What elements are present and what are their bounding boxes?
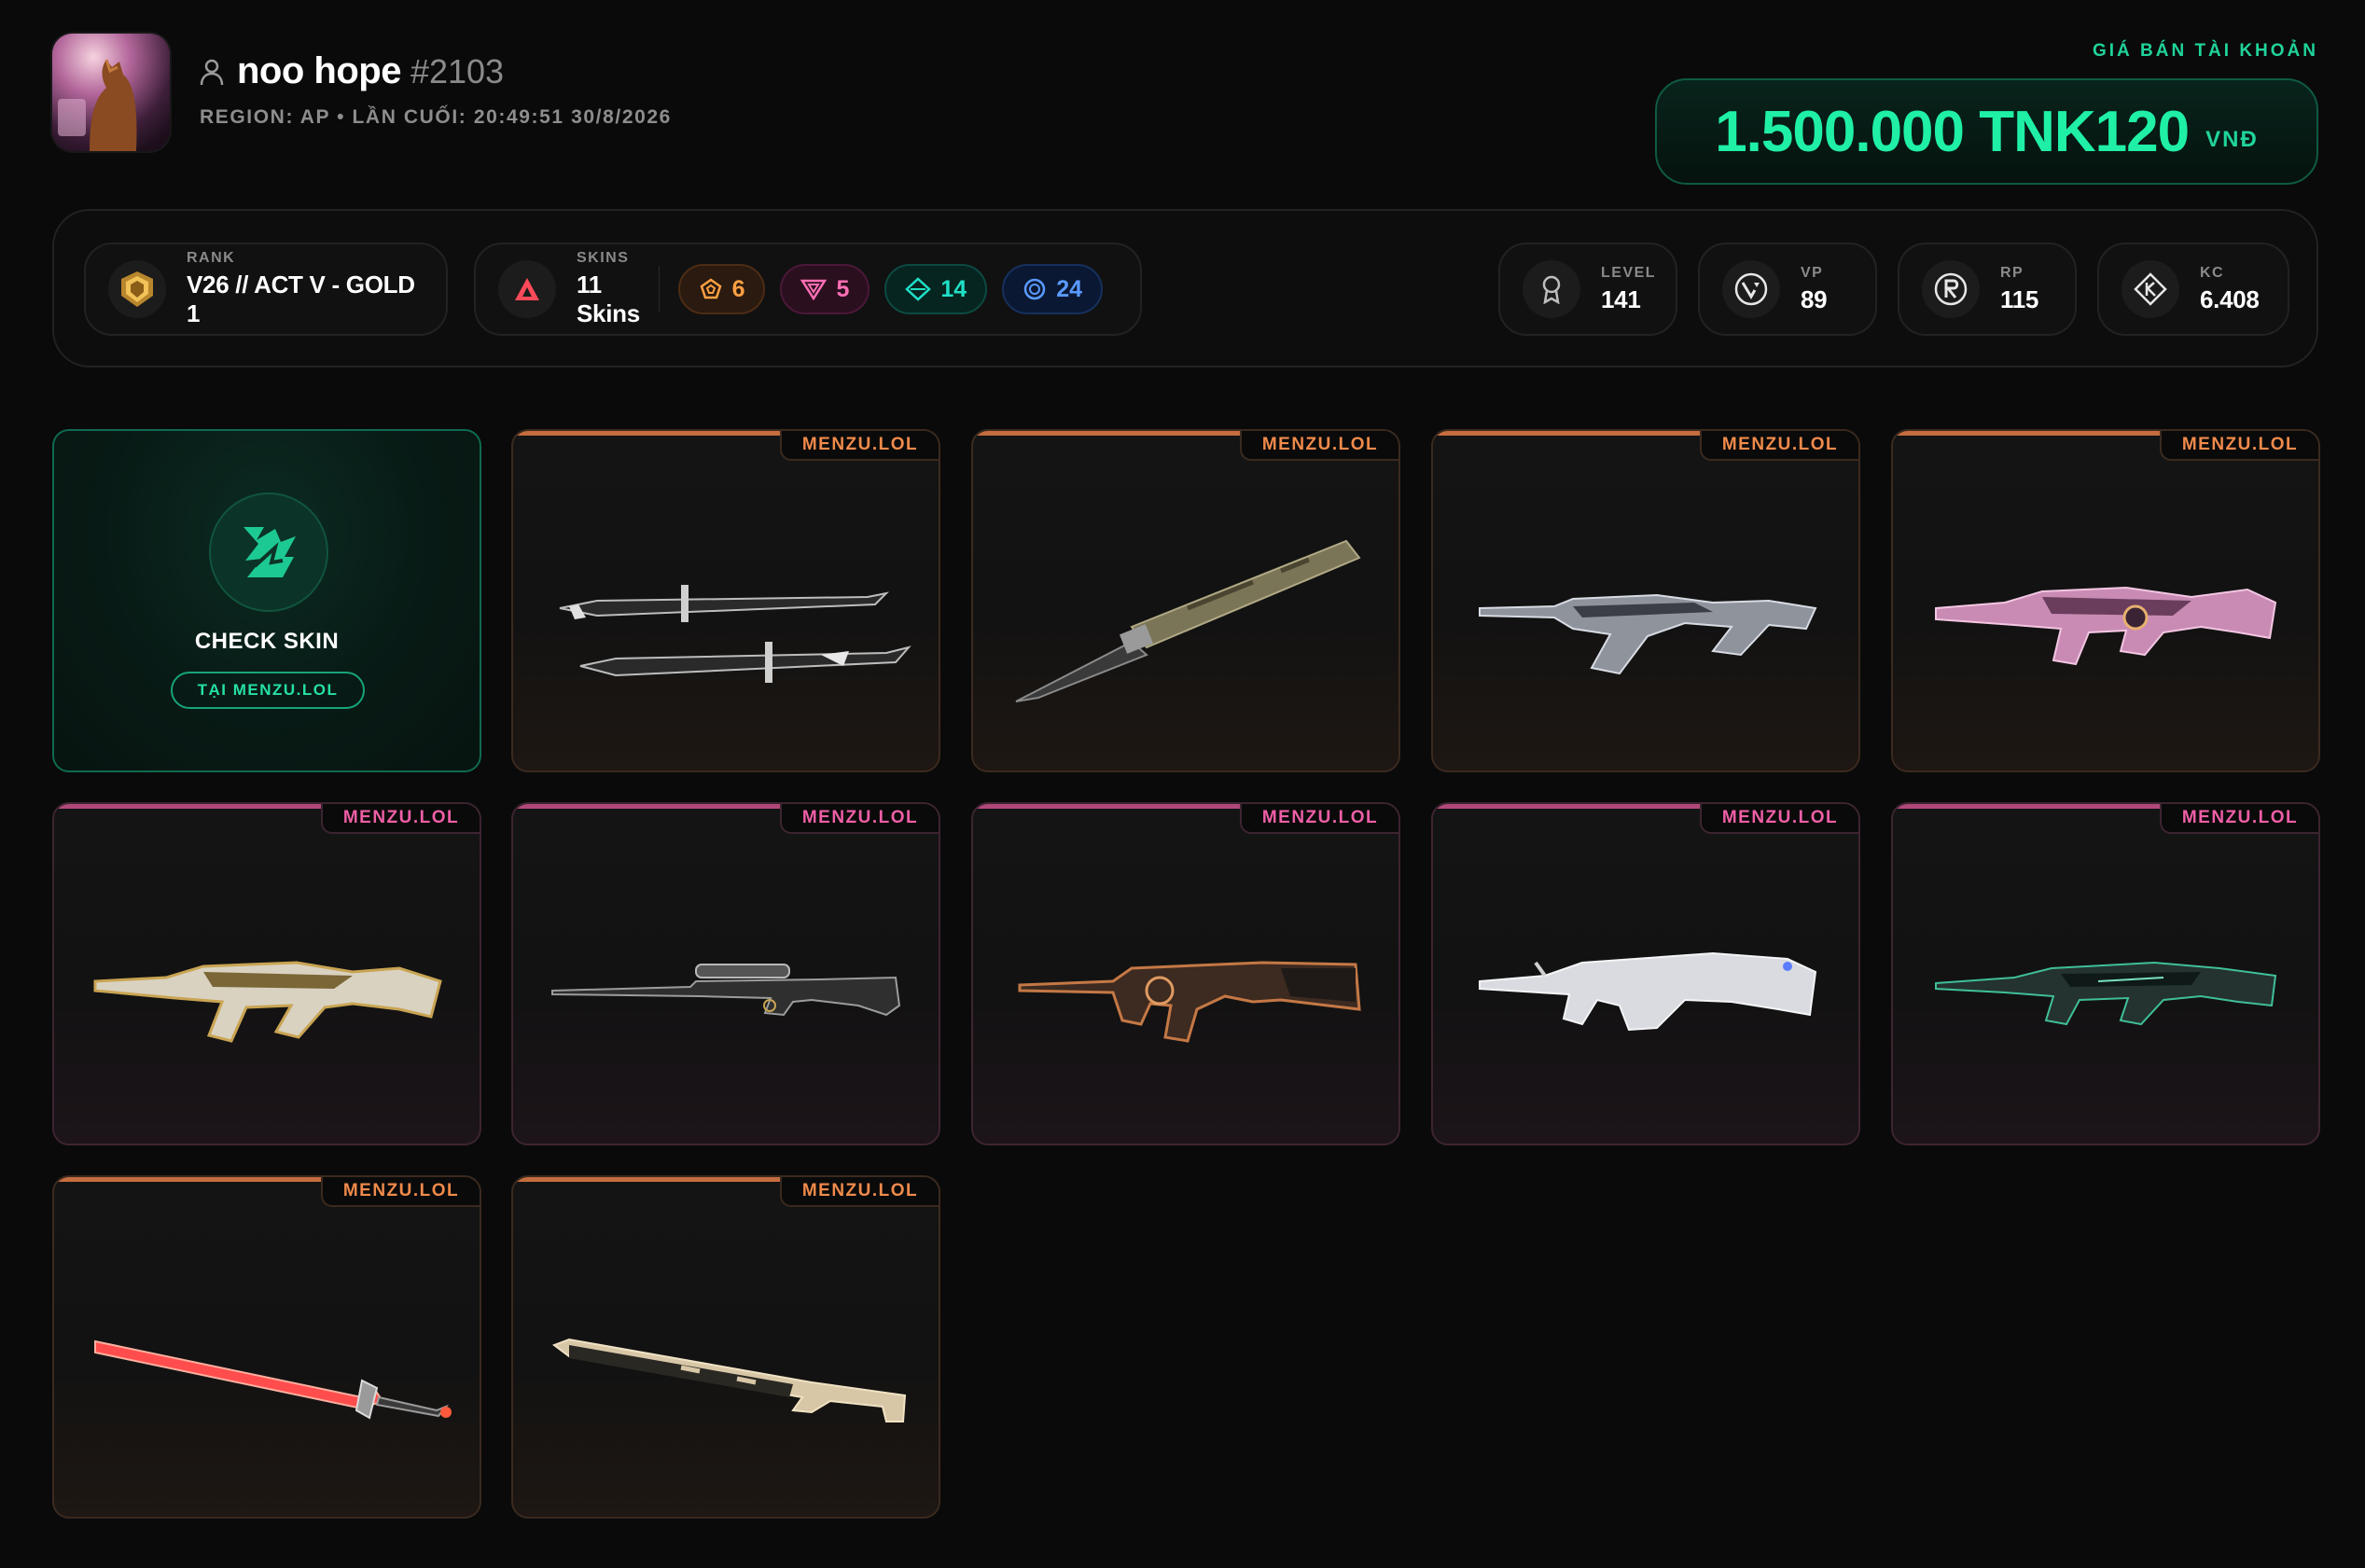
dark-green-rifle-image: [1935, 961, 2277, 1026]
white-rifle-image: [1479, 951, 1817, 1032]
tier-accent-line: [973, 431, 1244, 436]
skins-value: 11 Skins: [577, 271, 640, 327]
pentagon-icon: [700, 278, 722, 299]
tier-deluxe-badge: 24: [1002, 264, 1103, 314]
skin-card[interactable]: MENZU.LOL: [52, 802, 481, 1145]
tier-ultra-count: 5: [836, 275, 850, 302]
tier-premium-badge: 14: [884, 264, 988, 314]
vp-value: 89: [1801, 284, 1828, 313]
check-skin-card[interactable]: CHECK SKIN TẠI MENZU.LOL: [52, 429, 481, 772]
check-skin-button[interactable]: TẠI MENZU.LOL: [171, 672, 365, 709]
rank-label: RANK: [187, 250, 236, 266]
skin-card[interactable]: MENZU.LOL: [1891, 802, 2320, 1145]
circle-icon: [1023, 278, 1046, 300]
menzu-badge: MENZU.LOL: [1700, 804, 1858, 834]
skin-card[interactable]: MENZU.LOL: [1431, 802, 1860, 1145]
menzu-badge: MENZU.LOL: [2160, 804, 2318, 834]
check-skin-title: CHECK SKIN: [194, 629, 340, 654]
menzu-badge: MENZU.LOL: [1700, 431, 1858, 461]
tier-accent-line: [1893, 431, 2163, 436]
menzu-badge: MENZU.LOL: [780, 804, 939, 834]
price-box: 1.500.000 TNK120 VNĐ: [1655, 78, 2318, 185]
user-icon: [200, 59, 224, 85]
skin-card[interactable]: MENZU.LOL: [511, 429, 940, 772]
tier-accent-line: [513, 804, 784, 809]
kc-chip: KC 6.408: [2097, 243, 2289, 336]
silver-rifle-image: [1479, 593, 1817, 675]
rank-gold-icon: [108, 260, 166, 318]
sniper-rifle-image: [551, 964, 901, 1017]
menzu-badge: MENZU.LOL: [1240, 431, 1398, 461]
level-value: 141: [1601, 284, 1641, 313]
tier-accent-line: [513, 1177, 784, 1182]
stats-bar: RANK V26 // ACT V - GOLD 1 SKINS 11 Skin…: [52, 209, 2318, 368]
price-currency: VNĐ: [2205, 127, 2259, 152]
copper-ak-rifle-image: [1018, 961, 1361, 1043]
rank-value: V26 // ACT V - GOLD 1: [187, 271, 415, 327]
level-label: LEVEL: [1601, 264, 1657, 281]
menzu-badge: MENZU.LOL: [780, 431, 939, 461]
price-value: 1.500.000 TNK120: [1715, 99, 2190, 164]
rp-chip: RP 115: [1898, 243, 2077, 336]
tier-premium-count: 14: [940, 275, 967, 302]
skins-chip: SKINS 11 Skins 6 5 14 24: [474, 243, 1142, 336]
tier-ultra-badge: 5: [780, 264, 870, 314]
rank-chip: RANK V26 // ACT V - GOLD 1: [84, 243, 448, 336]
name-row: noo hope #2103: [200, 50, 504, 92]
rp-label: RP: [2000, 264, 2024, 281]
menzu-badge: MENZU.LOL: [1240, 804, 1398, 834]
tier-deluxe-count: 24: [1056, 275, 1082, 302]
skin-card[interactable]: MENZU.LOL: [971, 802, 1400, 1145]
valorant-points-icon: [1722, 260, 1780, 318]
skin-card[interactable]: MENZU.LOL: [52, 1175, 481, 1519]
tier-accent-line: [1433, 804, 1704, 809]
tan-sniper-image: [551, 1338, 907, 1422]
menzu-badge: MENZU.LOL: [2160, 431, 2318, 461]
menzu-badge: MENZU.LOL: [321, 804, 480, 834]
skin-card[interactable]: MENZU.LOL: [971, 429, 1400, 772]
skin-card[interactable]: MENZU.LOL: [1891, 429, 2320, 772]
region-last-seen: REGION: AP • LẦN CUỐI: 20:49:51 30/8/202…: [200, 106, 672, 128]
menzu-badge: MENZU.LOL: [780, 1177, 939, 1207]
user-tag: #2103: [410, 52, 505, 90]
tier-exclusive-count: 6: [731, 275, 745, 302]
divider: [658, 266, 660, 312]
vp-label: VP: [1801, 264, 1824, 281]
butterfly-knife-image: [1015, 539, 1361, 702]
tier-accent-line: [513, 431, 784, 436]
kc-label: KC: [2200, 264, 2225, 281]
username: noo hope: [237, 50, 401, 91]
kingdom-credits-icon: [2122, 260, 2179, 318]
rp-value: 115: [2000, 284, 2039, 313]
skins-label: SKINS: [577, 250, 630, 266]
radianite-icon: [1922, 260, 1980, 318]
valorant-triangle-icon: [498, 260, 556, 318]
tier-accent-line: [54, 804, 325, 809]
pink-rifle-image: [1935, 586, 2277, 666]
dual-katana-image: [559, 585, 911, 683]
price-label: GIÁ BÁN TÀI KHOẢN: [2092, 41, 2318, 61]
level-chip: LEVEL 141: [1498, 243, 1677, 336]
skin-card[interactable]: MENZU.LOL: [511, 1175, 940, 1519]
tier-accent-line: [1893, 804, 2163, 809]
skin-card[interactable]: MENZU.LOL: [511, 802, 940, 1145]
menzu-logo-icon: [209, 493, 328, 612]
profile-avatar: [52, 34, 170, 151]
red-sword-image: [94, 1339, 452, 1420]
tier-exclusive-badge: 6: [677, 264, 766, 314]
skin-card[interactable]: MENZU.LOL: [1431, 429, 1860, 772]
menzu-badge: MENZU.LOL: [321, 1177, 480, 1207]
tier-accent-line: [973, 804, 1244, 809]
gold-white-rifle-image: [93, 961, 442, 1043]
diamond-icon: [905, 277, 932, 301]
tier-accent-line: [1433, 431, 1704, 436]
vp-chip: VP 89: [1698, 243, 1877, 336]
kc-value: 6.408: [2200, 284, 2260, 313]
tier-accent-line: [54, 1177, 325, 1182]
triangle-down-icon: [800, 279, 828, 300]
medal-icon: [1523, 260, 1580, 318]
